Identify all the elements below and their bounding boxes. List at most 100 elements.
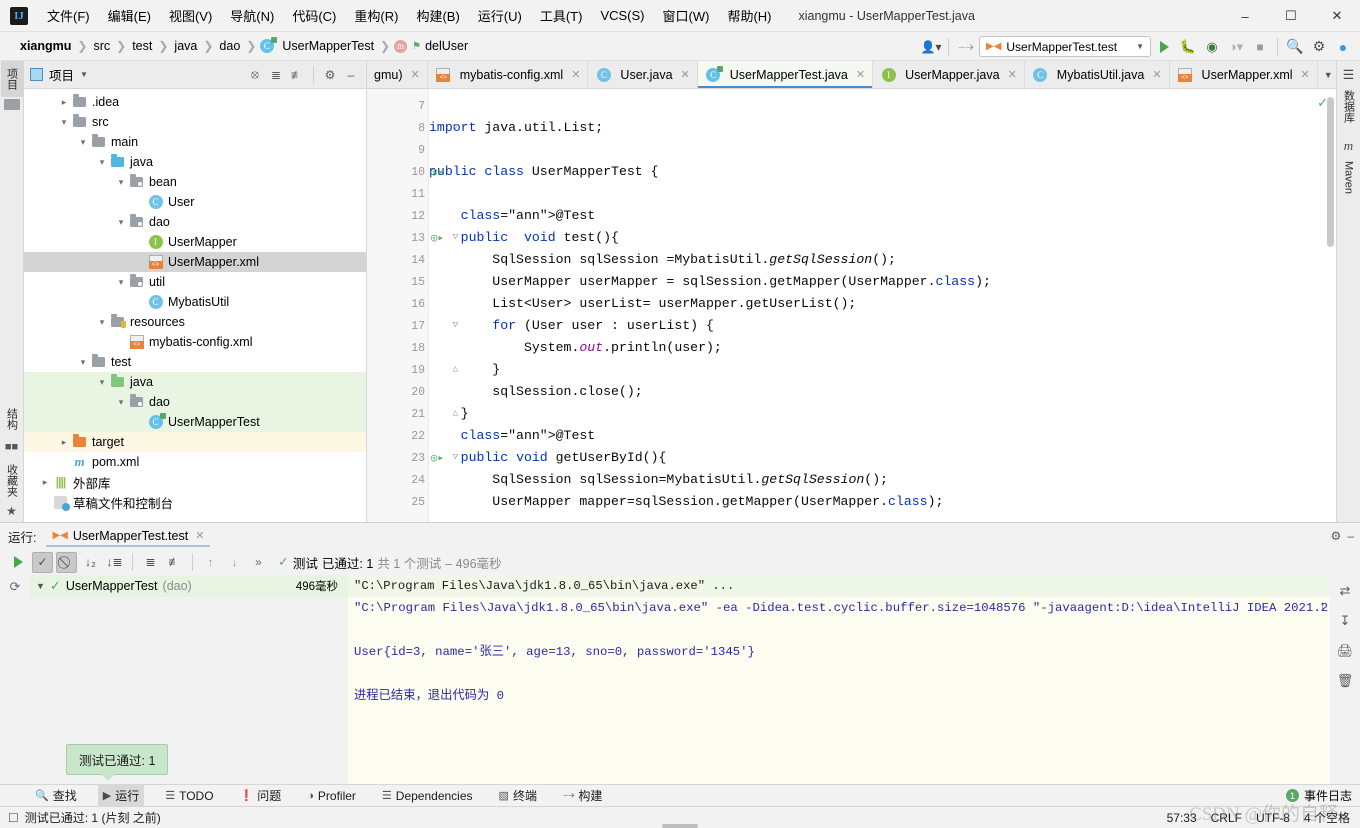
gutter-line[interactable]: 12 bbox=[367, 205, 428, 227]
sidebar-item-structure[interactable]: 结构 bbox=[1, 401, 23, 437]
close-icon[interactable]: ✕ bbox=[195, 529, 204, 542]
sidebar-item-project[interactable]: 项目 bbox=[0, 61, 23, 97]
stacktrace-icon[interactable]: ⟳ bbox=[10, 579, 21, 595]
editor-gutter[interactable]: 7 8 ▽ 9 10 ◎▸ 11 12 13 ◎▸ ▽ 14 15 16 17 ▽ 18 19 △ 20 21 △ 22 23… bbox=[367, 89, 458, 522]
tool-window-button[interactable]: ⤍ 构建 bbox=[558, 785, 607, 806]
breadcrumb-item-test[interactable]: test bbox=[128, 37, 156, 55]
fold-expand-icon[interactable]: ▽ bbox=[453, 452, 458, 462]
close-icon[interactable]: ✕ bbox=[1301, 68, 1310, 81]
tree-item[interactable]: 草稿文件和控制台 bbox=[24, 492, 366, 512]
code-line[interactable]: } bbox=[429, 359, 1336, 381]
chevron-down-icon[interactable]: ▾ bbox=[95, 157, 109, 168]
run-configuration-selector[interactable]: ▶◀ UserMapperTest.test ▼ bbox=[979, 36, 1151, 57]
minimize-button[interactable]: – bbox=[1222, 0, 1268, 32]
gutter-line[interactable]: 14 bbox=[367, 249, 428, 271]
profile-button[interactable]: ◑▾ bbox=[1225, 36, 1247, 58]
fold-expand-icon[interactable]: ▽ bbox=[453, 232, 458, 242]
close-icon[interactable]: ✕ bbox=[410, 68, 419, 81]
tree-item[interactable]: C UserMapperTest bbox=[24, 412, 366, 432]
tree-item[interactable]: ▸ target bbox=[24, 432, 366, 452]
menu-item-edit[interactable]: 编辑(E) bbox=[99, 1, 160, 30]
line-separator[interactable]: CRLF bbox=[1211, 811, 1242, 825]
expand-all-button[interactable]: ≣ bbox=[140, 552, 161, 573]
sort-alphabetically-button[interactable]: ↓₂ bbox=[80, 552, 101, 573]
gutter-line[interactable]: 10 ◎▸ bbox=[367, 161, 444, 183]
code-line[interactable]: for (User user : userList) { bbox=[429, 315, 1336, 337]
menu-item-help[interactable]: 帮助(H) bbox=[718, 1, 780, 30]
gutter-line[interactable]: 22 bbox=[367, 425, 428, 447]
tree-item[interactable]: UserMapper.xml bbox=[24, 252, 366, 272]
code-line[interactable]: public void test(){ bbox=[429, 227, 1336, 249]
hide-passed-button[interactable]: ✓ bbox=[32, 551, 53, 573]
hide-icon[interactable]: – bbox=[342, 66, 360, 84]
gutter-line[interactable]: 8 ▽ bbox=[367, 117, 458, 139]
editor-tab[interactable]: C UserMapperTest.java ✕ bbox=[697, 61, 874, 88]
event-log-label[interactable]: 事件日志 bbox=[1304, 787, 1352, 804]
user-avatar-icon[interactable]: 👤▾ bbox=[920, 36, 942, 58]
code-line[interactable] bbox=[429, 139, 1336, 161]
editor-tab[interactable]: UserMapper.xml ✕ bbox=[1170, 61, 1318, 88]
fold-region-icon[interactable]: ▽ bbox=[453, 122, 458, 132]
fold-collapse-icon[interactable]: △ bbox=[453, 364, 458, 374]
code-line[interactable]: sqlSession.close(); bbox=[429, 381, 1336, 403]
close-icon[interactable]: ✕ bbox=[856, 68, 865, 81]
code-line[interactable]: } bbox=[429, 403, 1336, 425]
code-line[interactable] bbox=[429, 95, 1336, 117]
tree-item[interactable]: ▾ main bbox=[24, 132, 366, 152]
run-test-gutter-icon[interactable]: ◎▸ bbox=[431, 231, 444, 245]
more-actions-button[interactable]: » bbox=[248, 552, 269, 573]
caret-position[interactable]: 57:33 bbox=[1167, 811, 1197, 825]
close-button[interactable]: ✕ bbox=[1314, 0, 1360, 32]
build-hammer-icon[interactable]: ⤍ bbox=[955, 36, 977, 58]
gutter-line[interactable]: 24 bbox=[367, 469, 428, 491]
code-line[interactable]: public void getUserById(){ bbox=[429, 447, 1336, 469]
tree-item[interactable]: ▾ test bbox=[24, 352, 366, 372]
gutter-line[interactable]: 13 ◎▸ ▽ bbox=[367, 227, 458, 249]
run-with-coverage-button[interactable]: ◉ bbox=[1201, 36, 1223, 58]
event-log-area[interactable]: 1 事件日志 bbox=[1285, 787, 1352, 804]
breadcrumb-item-src[interactable]: src bbox=[89, 37, 114, 55]
sidebar-item-maven[interactable]: Maven bbox=[1340, 154, 1358, 201]
gutter-line[interactable]: 15 bbox=[367, 271, 428, 293]
menu-item-window[interactable]: 窗口(W) bbox=[654, 1, 719, 30]
debug-button[interactable]: 🐛 bbox=[1177, 36, 1199, 58]
editor-tab[interactable]: C MybatisUtil.java ✕ bbox=[1025, 61, 1170, 88]
chevron-down-icon[interactable]: ▾ bbox=[114, 397, 128, 408]
gutter-line[interactable]: 19 △ bbox=[367, 359, 458, 381]
close-icon[interactable]: ✕ bbox=[681, 68, 690, 81]
chevron-down-icon[interactable]: ▾ bbox=[95, 377, 109, 388]
stop-button[interactable]: ■ bbox=[1249, 36, 1271, 58]
print-icon[interactable]: 🖨 bbox=[1337, 643, 1354, 659]
editor-tab[interactable]: mybatis-config.xml ✕ bbox=[428, 61, 589, 88]
sort-by-duration-button[interactable]: ↓≣ bbox=[104, 552, 125, 573]
ide-feature-icon[interactable]: ● bbox=[1332, 36, 1354, 58]
code-line[interactable]: import java.util.List; bbox=[429, 117, 1336, 139]
editor-tab[interactable]: gmu) ✕ bbox=[367, 61, 428, 88]
tool-window-button[interactable]: ▧ 终端 bbox=[494, 785, 542, 806]
menu-item-run[interactable]: 运行(U) bbox=[469, 1, 531, 30]
clear-all-icon[interactable]: 🗑 bbox=[1337, 673, 1354, 689]
editor-tab[interactable]: C User.java ✕ bbox=[588, 61, 698, 88]
tool-window-button[interactable]: 🔍 查找 bbox=[30, 785, 82, 806]
tree-item[interactable]: I UserMapper bbox=[24, 232, 366, 252]
file-encoding[interactable]: UTF-8 bbox=[1256, 811, 1290, 825]
tool-window-button[interactable]: ◑ Profiler bbox=[302, 787, 361, 805]
close-icon[interactable]: ✕ bbox=[1152, 68, 1161, 81]
code-line[interactable]: SqlSession sqlSession=MybatisUtil.getSql… bbox=[429, 469, 1336, 491]
breadcrumb-item-method[interactable]: delUser bbox=[421, 37, 472, 55]
editor-tab[interactable]: I UserMapper.java ✕ bbox=[873, 61, 1025, 88]
tree-item[interactable]: C User bbox=[24, 192, 366, 212]
code-line[interactable]: List<User> userList= userMapper.getUserL… bbox=[429, 293, 1336, 315]
chevron-down-icon[interactable]: ▾ bbox=[57, 117, 71, 128]
code-line[interactable]: System.out.println(user); bbox=[429, 337, 1336, 359]
run-test-gutter-icon[interactable]: ◎▸ bbox=[431, 451, 444, 465]
run-test-gutter-icon[interactable]: ◎▸ bbox=[431, 165, 444, 179]
menu-item-navigate[interactable]: 导航(N) bbox=[221, 1, 283, 30]
code-line[interactable] bbox=[429, 183, 1336, 205]
collapse-all-icon[interactable]: ≢ bbox=[288, 66, 306, 84]
breadcrumb-item-java[interactable]: java bbox=[170, 37, 201, 55]
tool-window-button[interactable]: ☰ TODO bbox=[160, 787, 218, 805]
tree-item[interactable]: ▾ dao bbox=[24, 392, 366, 412]
tree-item[interactable]: ▸ |||| 外部库 bbox=[24, 472, 366, 492]
breadcrumb-item-class[interactable]: UserMapperTest bbox=[278, 37, 378, 55]
